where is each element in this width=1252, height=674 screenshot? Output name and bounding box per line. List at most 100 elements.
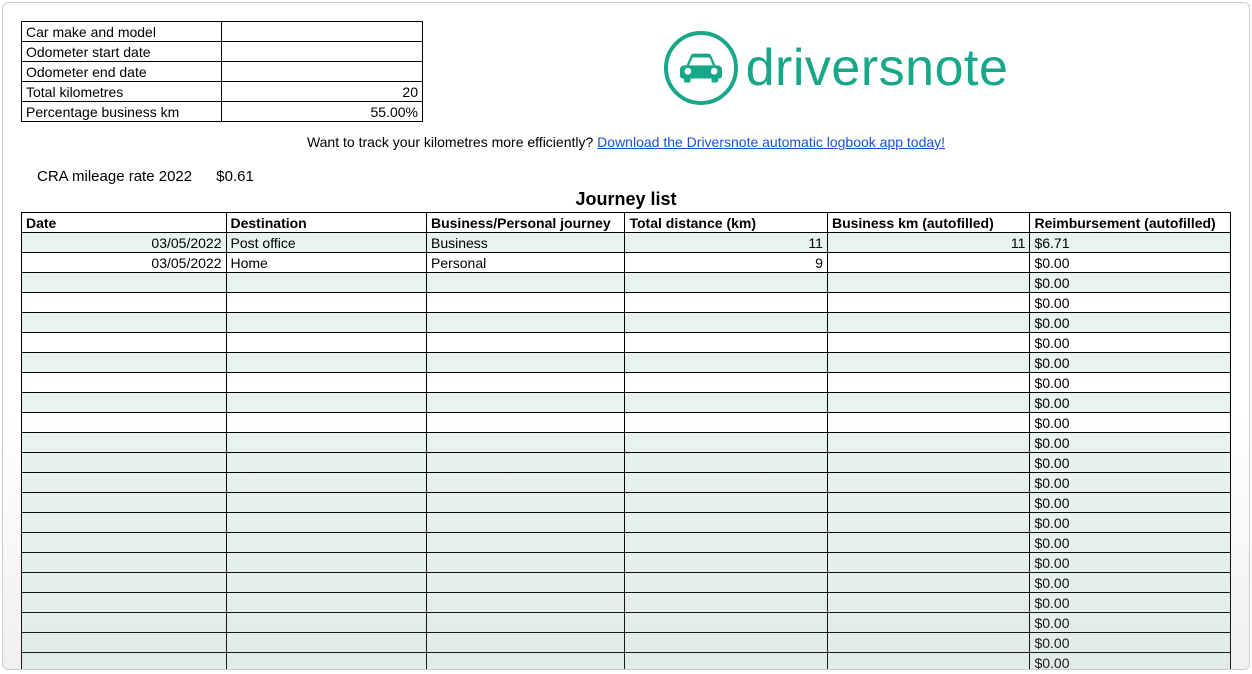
summary-value[interactable] xyxy=(222,42,423,62)
cell-distance[interactable]: 11 xyxy=(625,233,828,253)
summary-value[interactable] xyxy=(222,62,423,82)
cell-type[interactable] xyxy=(426,653,624,671)
summary-value[interactable] xyxy=(222,22,423,42)
cell-date[interactable] xyxy=(22,273,227,293)
cell-destination[interactable] xyxy=(226,293,426,313)
cell-distance[interactable] xyxy=(625,453,828,473)
cell-destination[interactable] xyxy=(226,473,426,493)
summary-value[interactable]: 20 xyxy=(222,82,423,102)
cell-date[interactable] xyxy=(22,293,227,313)
cell-destination[interactable] xyxy=(226,433,426,453)
summary-value[interactable]: 55.00% xyxy=(222,102,423,122)
cell-type[interactable]: Business xyxy=(426,233,624,253)
cell-destination[interactable] xyxy=(226,553,426,573)
cell-destination[interactable] xyxy=(226,313,426,333)
cell-distance[interactable] xyxy=(625,613,828,633)
cell-type[interactable] xyxy=(426,373,624,393)
cell-date[interactable] xyxy=(22,333,227,353)
cell-type[interactable] xyxy=(426,593,624,613)
cell-type[interactable] xyxy=(426,453,624,473)
cell-type[interactable] xyxy=(426,293,624,313)
cell-date[interactable] xyxy=(22,313,227,333)
cell-destination[interactable] xyxy=(226,653,426,671)
cell-distance[interactable] xyxy=(625,633,828,653)
cell-distance[interactable] xyxy=(625,413,828,433)
summary-label: Percentage business km xyxy=(22,102,222,122)
promo-link[interactable]: Download the Driversnote automatic logbo… xyxy=(597,134,945,150)
cell-date[interactable] xyxy=(22,373,227,393)
cell-destination[interactable] xyxy=(226,633,426,653)
cell-date[interactable] xyxy=(22,533,227,553)
cell-type[interactable] xyxy=(426,573,624,593)
cell-type[interactable] xyxy=(426,413,624,433)
cell-date[interactable] xyxy=(22,453,227,473)
cell-distance[interactable] xyxy=(625,493,828,513)
cell-date[interactable] xyxy=(22,513,227,533)
cell-destination[interactable]: Post office xyxy=(226,233,426,253)
cell-type[interactable] xyxy=(426,393,624,413)
cell-distance[interactable] xyxy=(625,313,828,333)
cell-destination[interactable] xyxy=(226,453,426,473)
cell-destination[interactable] xyxy=(226,513,426,533)
cell-destination[interactable] xyxy=(226,373,426,393)
cell-date[interactable] xyxy=(22,493,227,513)
cell-destination[interactable] xyxy=(226,393,426,413)
cell-destination[interactable] xyxy=(226,573,426,593)
cell-destination[interactable] xyxy=(226,533,426,553)
cell-distance[interactable] xyxy=(625,353,828,373)
cell-distance[interactable] xyxy=(625,373,828,393)
cell-type[interactable] xyxy=(426,513,624,533)
cell-distance[interactable] xyxy=(625,573,828,593)
cell-type[interactable] xyxy=(426,613,624,633)
cell-type[interactable] xyxy=(426,433,624,453)
cell-type[interactable] xyxy=(426,493,624,513)
cell-destination[interactable] xyxy=(226,493,426,513)
cell-destination[interactable]: Home xyxy=(226,253,426,273)
cell-type[interactable] xyxy=(426,273,624,293)
cell-distance[interactable] xyxy=(625,533,828,553)
cell-type[interactable] xyxy=(426,353,624,373)
cell-type[interactable] xyxy=(426,333,624,353)
cell-date[interactable] xyxy=(22,593,227,613)
cell-business-km xyxy=(827,613,1030,633)
cell-destination[interactable] xyxy=(226,273,426,293)
cell-date[interactable] xyxy=(22,393,227,413)
cell-type[interactable] xyxy=(426,633,624,653)
cell-destination[interactable] xyxy=(226,353,426,373)
cell-date[interactable] xyxy=(22,633,227,653)
col-date: Date xyxy=(22,213,227,233)
cell-distance[interactable] xyxy=(625,393,828,413)
cell-distance[interactable] xyxy=(625,433,828,453)
cell-distance[interactable] xyxy=(625,273,828,293)
cell-type[interactable]: Personal xyxy=(426,253,624,273)
cell-distance[interactable] xyxy=(625,473,828,493)
cell-date[interactable] xyxy=(22,653,227,671)
cell-destination[interactable] xyxy=(226,333,426,353)
journey-row: $0.00 xyxy=(22,393,1231,413)
cell-distance[interactable] xyxy=(625,553,828,573)
cell-date[interactable] xyxy=(22,433,227,453)
cell-distance[interactable] xyxy=(625,333,828,353)
cell-destination[interactable] xyxy=(226,593,426,613)
cell-distance[interactable] xyxy=(625,513,828,533)
cell-type[interactable] xyxy=(426,313,624,333)
cell-distance[interactable] xyxy=(625,293,828,313)
cell-date[interactable] xyxy=(22,553,227,573)
cell-distance[interactable]: 9 xyxy=(625,253,828,273)
cell-date[interactable] xyxy=(22,473,227,493)
cell-date[interactable] xyxy=(22,573,227,593)
cell-date[interactable] xyxy=(22,413,227,433)
cell-distance[interactable] xyxy=(625,653,828,671)
cell-date[interactable]: 03/05/2022 xyxy=(22,233,227,253)
cell-destination[interactable] xyxy=(226,613,426,633)
cell-type[interactable] xyxy=(426,553,624,573)
cell-date[interactable] xyxy=(22,353,227,373)
cell-date[interactable]: 03/05/2022 xyxy=(22,253,227,273)
journey-row: $0.00 xyxy=(22,293,1231,313)
cell-date[interactable] xyxy=(22,613,227,633)
cell-type[interactable] xyxy=(426,533,624,553)
cell-distance[interactable] xyxy=(625,593,828,613)
cell-destination[interactable] xyxy=(226,413,426,433)
cell-type[interactable] xyxy=(426,473,624,493)
journey-header-row: Date Destination Business/Personal journ… xyxy=(22,213,1231,233)
